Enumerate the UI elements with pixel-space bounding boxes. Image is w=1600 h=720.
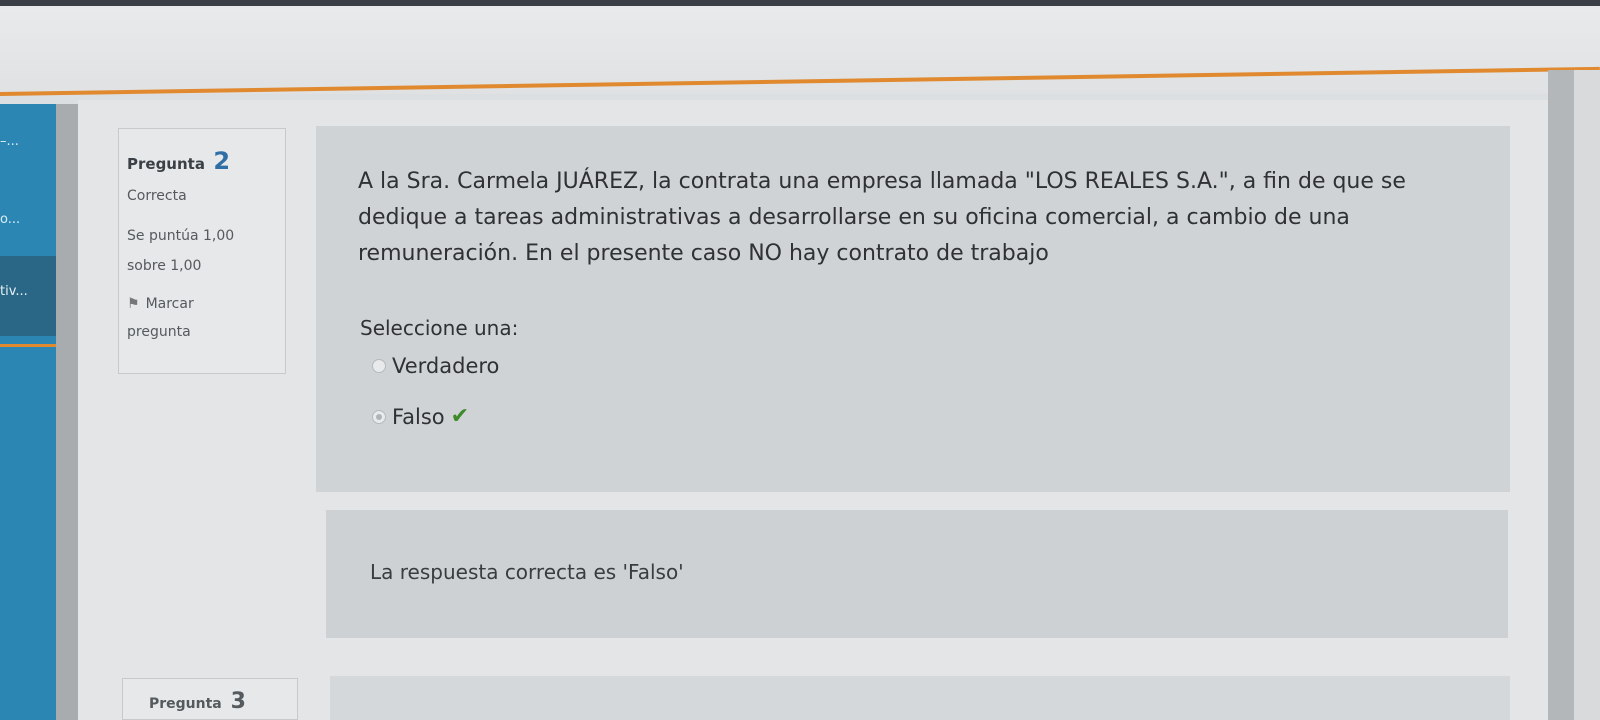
question-number: 2 (213, 147, 231, 175)
flag-icon: ⚑ (127, 296, 140, 312)
question-label: Pregunta (127, 155, 205, 173)
radio-verdadero[interactable] (372, 359, 386, 373)
sidebar: –... o... tiv... (0, 104, 56, 720)
feedback-text: La respuesta correcta es 'Falso' (370, 560, 684, 584)
next-question-number: 3 (230, 689, 246, 714)
sidebar-item-2[interactable]: o... (0, 212, 20, 227)
sidebar-item-3[interactable]: tiv... (0, 284, 28, 299)
sidebar-divider (0, 344, 56, 347)
question-score: Se puntúa 1,00 sobre 1,00 (127, 225, 277, 277)
score-line-1: Se puntúa 1,00 (127, 228, 235, 244)
sidebar-item-1[interactable]: –... (0, 134, 19, 149)
score-line-2: sobre 1,00 (127, 258, 202, 274)
option-verdadero[interactable]: Verdadero (372, 354, 499, 378)
answer-prompt: Seleccione una: (360, 316, 519, 340)
next-question-info: Pregunta 3 (122, 678, 298, 720)
radio-falso[interactable] (372, 409, 386, 424)
question-info: Pregunta 2 Correcta Se puntúa 1,00 sobre… (118, 128, 286, 374)
next-question-label: Pregunta (149, 696, 222, 712)
scrollbar[interactable] (1548, 70, 1574, 720)
option-label-verdadero: Verdadero (392, 354, 500, 378)
flag-label-2: pregunta (127, 324, 191, 340)
check-icon: ✔ (450, 404, 470, 429)
window-edge (1574, 70, 1600, 720)
question-heading: Pregunta 2 (127, 147, 277, 175)
option-falso[interactable]: Falso ✔ (372, 404, 469, 429)
option-label-falso: Falso (392, 404, 445, 429)
flag-question[interactable]: ⚑ Marcar pregunta (127, 293, 277, 343)
sidebar-gutter (56, 104, 78, 720)
next-question-content (330, 676, 1510, 720)
question-status: Correcta (127, 188, 187, 204)
flag-label-1: Marcar (145, 296, 194, 312)
question-text: A la Sra. Carmela JUÁREZ, la contrata un… (358, 169, 1406, 266)
